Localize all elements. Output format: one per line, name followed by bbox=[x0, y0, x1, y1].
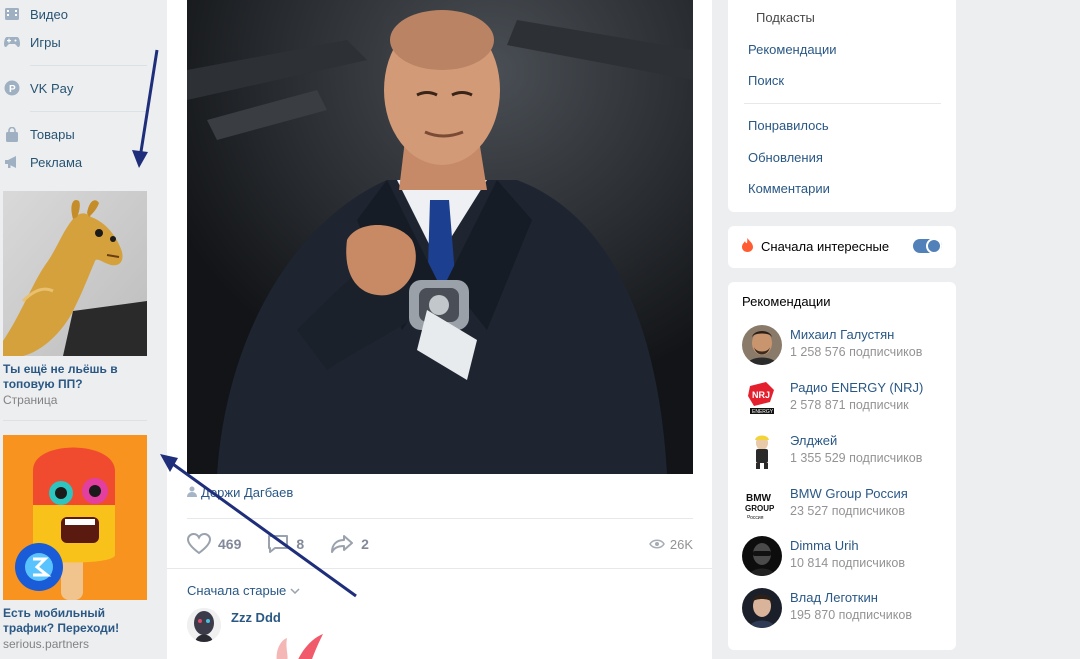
svg-text:GROUP: GROUP bbox=[745, 504, 775, 513]
sort-label: Сначала старые bbox=[187, 583, 287, 598]
share-button[interactable]: 2 bbox=[330, 534, 369, 554]
share-count: 2 bbox=[361, 536, 369, 552]
recommendation-item[interactable]: Михаил Галустян 1 258 576 подписчиков bbox=[742, 325, 952, 365]
interesting-first-toggle[interactable] bbox=[913, 238, 942, 254]
comment-button[interactable]: 8 bbox=[267, 534, 304, 554]
recommendation-name: Элджей bbox=[790, 433, 838, 448]
sidebar-separator bbox=[30, 65, 147, 66]
sidebar-item-label: Реклама bbox=[30, 154, 83, 170]
avatar bbox=[742, 536, 782, 576]
sidebar-item-ads[interactable]: Реклама bbox=[0, 150, 82, 174]
menu-item-liked[interactable]: Понравилось bbox=[748, 118, 829, 133]
fire-icon bbox=[742, 238, 753, 255]
post-separator bbox=[187, 518, 693, 519]
recommendation-subscribers: 1 258 576 подписчиков bbox=[790, 345, 923, 359]
sidebar-item-video[interactable]: Видео bbox=[0, 2, 68, 26]
sidebar-separator bbox=[3, 420, 147, 421]
recommendation-subscribers: 23 527 подписчиков bbox=[790, 504, 906, 518]
menu-item-search[interactable]: Поиск bbox=[748, 73, 784, 88]
sidebar-item-label: Товары bbox=[30, 126, 75, 142]
left-sidebar: Видео Игры P VK Pay Товары Реклама Ты ещ… bbox=[0, 0, 150, 659]
menu-item-recommendations[interactable]: Рекомендации bbox=[748, 42, 837, 57]
sticker-image bbox=[276, 634, 323, 659]
news-menu-card: Подкасты Рекомендации Поиск Понравилось … bbox=[728, 0, 956, 212]
svg-text:P: P bbox=[9, 84, 16, 95]
post-photo[interactable] bbox=[187, 0, 693, 474]
ad-title[interactable]: Есть мобильный трафик? Переходи! bbox=[3, 606, 143, 636]
view-count: 26K bbox=[669, 536, 693, 552]
svg-text:ENERGY: ENERGY bbox=[752, 409, 774, 415]
ad-image-popsicle[interactable] bbox=[3, 435, 147, 600]
post-actions: 469 8 2 26K bbox=[187, 532, 693, 556]
recommendation-name: Михаил Галустян bbox=[790, 327, 895, 342]
post-signature[interactable]: Доржи Дагбаев bbox=[187, 485, 293, 500]
post-signature-name: Доржи Дагбаев bbox=[201, 485, 294, 500]
recommendation-item[interactable]: NRJ ENERGY Радио ENERGY (NRJ) 2 578 871 п… bbox=[742, 378, 952, 418]
chevron-down-icon bbox=[290, 587, 300, 594]
like-button[interactable]: 469 bbox=[187, 533, 241, 555]
toggle-knob bbox=[926, 238, 942, 254]
ad-image-deer[interactable] bbox=[3, 191, 147, 356]
user-icon bbox=[187, 485, 197, 500]
video-icon bbox=[4, 6, 20, 22]
recommendation-item[interactable]: Элджей 1 355 529 подписчиков bbox=[742, 431, 952, 471]
comment-icon bbox=[268, 535, 289, 553]
recommendation-subscribers: 2 578 871 подписчик bbox=[790, 398, 909, 412]
views-counter: 26K bbox=[648, 532, 693, 556]
ad-title[interactable]: Ты ещё не льёшь в топовую ПП? bbox=[3, 362, 143, 392]
sidebar-item-label: Игры bbox=[30, 34, 61, 50]
svg-text:BMW: BMW bbox=[746, 493, 772, 504]
recommendation-name: Dimma Urih bbox=[790, 538, 859, 553]
recommendation-subscribers: 1 355 529 подписчиков bbox=[790, 451, 923, 465]
recommendations-title: Рекомендации bbox=[742, 294, 831, 309]
ad-source[interactable]: serious.partners bbox=[3, 637, 89, 651]
interesting-first-label: Сначала интересные bbox=[761, 239, 890, 254]
menu-separator bbox=[744, 103, 941, 104]
recommendation-subscribers: 10 814 подписчиков bbox=[790, 556, 906, 570]
heart-icon bbox=[187, 533, 211, 555]
recommendation-item[interactable]: Dimma Urih 10 814 подписчиков bbox=[742, 536, 952, 576]
avatar: BMW GROUP Россия bbox=[742, 484, 782, 524]
recommendations-card: Рекомендации Михаил Галустян 1 258 576 п… bbox=[728, 282, 956, 650]
sidebar-item-label: Видео bbox=[30, 6, 68, 22]
svg-text:Россия: Россия bbox=[747, 515, 764, 521]
bag-icon bbox=[4, 126, 20, 142]
sidebar-separator bbox=[30, 111, 147, 112]
comments-sort-dropdown[interactable]: Сначала старые bbox=[187, 583, 300, 598]
sidebar-item-games[interactable]: Игры bbox=[0, 30, 61, 54]
comment-count: 8 bbox=[296, 536, 305, 552]
vk-pay-icon: P bbox=[4, 80, 20, 96]
gamepad-icon bbox=[4, 34, 20, 50]
post-card: Доржи Дагбаев 469 8 2 26K Сначала старые… bbox=[167, 0, 712, 659]
eye-icon bbox=[648, 539, 665, 549]
interesting-first-card: Сначала интересные bbox=[728, 226, 956, 268]
share-icon bbox=[331, 535, 354, 553]
like-count: 469 bbox=[218, 536, 242, 552]
recommendation-subscribers: 195 870 подписчиков bbox=[790, 608, 912, 622]
sidebar-item-vk-pay[interactable]: P VK Pay bbox=[0, 76, 73, 100]
avatar bbox=[742, 588, 782, 628]
post-separator bbox=[167, 568, 712, 569]
sidebar-item-goods[interactable]: Товары bbox=[0, 122, 75, 146]
recommendation-item[interactable]: BMW GROUP Россия BMW Group Россия 23 527 п… bbox=[742, 484, 952, 524]
avatar bbox=[742, 431, 782, 471]
avatar bbox=[742, 325, 782, 365]
recommendation-item[interactable]: Влад Леготкин 195 870 подписчиков bbox=[742, 588, 952, 628]
recommendation-name: Влад Леготкин bbox=[790, 590, 878, 605]
avatar[interactable] bbox=[187, 608, 221, 642]
menu-item-updates[interactable]: Обновления bbox=[748, 150, 823, 165]
menu-item-comments[interactable]: Комментарии bbox=[748, 181, 830, 196]
recommendation-name: BMW Group Россия bbox=[790, 486, 908, 501]
recommendation-name: Радио ENERGY (NRJ) bbox=[790, 380, 924, 395]
menu-item-podcasts[interactable]: Подкасты bbox=[756, 10, 815, 25]
ad-source[interactable]: Страница bbox=[3, 393, 57, 407]
svg-text:NRJ: NRJ bbox=[752, 390, 770, 400]
sidebar-item-label: VK Pay bbox=[30, 80, 74, 96]
megaphone-icon bbox=[4, 154, 20, 170]
avatar: NRJ ENERGY bbox=[742, 378, 782, 418]
